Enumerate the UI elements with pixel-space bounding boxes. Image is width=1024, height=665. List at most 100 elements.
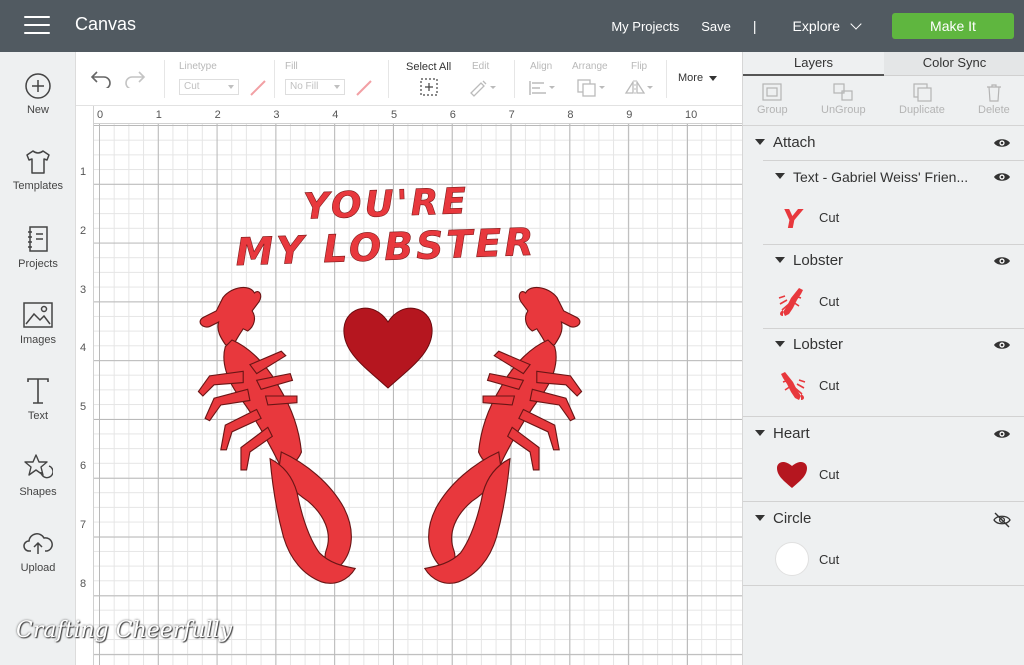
circle-thumbnail-icon: [775, 542, 809, 576]
layer-item-lobster-1[interactable]: Cut: [743, 278, 1024, 328]
align-icon[interactable]: [528, 79, 558, 97]
layers-panel: Layers Color Sync Group UnGroup Duplicat…: [742, 52, 1024, 665]
ungroup-button[interactable]: UnGroup: [821, 82, 866, 116]
toolbar-divider: [388, 60, 389, 98]
design-text-line2[interactable]: MY LOBSTER: [234, 219, 538, 274]
layer-name: Lobster: [793, 252, 844, 269]
linetype-label: Linetype: [179, 61, 217, 72]
duplicate-button[interactable]: Duplicate: [899, 82, 945, 116]
duplicate-icon: [913, 83, 932, 102]
layer-group-heart[interactable]: Heart: [743, 417, 1024, 451]
toolbar-divider: [164, 60, 165, 98]
delete-label: Delete: [978, 104, 1010, 116]
linetype-value: Cut: [184, 81, 200, 92]
sidebar-label: Text: [27, 410, 49, 422]
eye-visible-icon[interactable]: [993, 427, 1011, 441]
sidebar-item-templates[interactable]: Templates: [0, 148, 76, 192]
caret-down-icon[interactable]: [775, 341, 785, 347]
eye-visible-icon[interactable]: [993, 338, 1011, 352]
fill-color-swatch-icon[interactable]: [354, 78, 374, 98]
hamburger-menu-icon[interactable]: [24, 16, 50, 36]
duplicate-label: Duplicate: [899, 104, 945, 116]
flip-icon[interactable]: [624, 78, 656, 98]
layer-lobster-2[interactable]: Lobster: [743, 328, 1024, 362]
delete-button[interactable]: Delete: [978, 82, 1010, 116]
caret-down-icon: [334, 85, 340, 89]
more-label: More: [678, 72, 704, 84]
design-lobster-right[interactable]: [424, 286, 583, 584]
sidebar-item-shapes[interactable]: Shapes: [0, 452, 76, 498]
layer-item-text[interactable]: Y Cut: [743, 194, 1024, 244]
caret-down-icon: [228, 85, 234, 89]
sidebar-label: Upload: [20, 562, 56, 574]
caret-down-icon[interactable]: [775, 173, 785, 179]
arrange-icon[interactable]: [576, 78, 608, 98]
notebook-icon: [28, 226, 48, 252]
linetype-select[interactable]: Cut: [179, 79, 239, 95]
caret-down-icon[interactable]: [755, 139, 765, 145]
sidebar-label: Shapes: [19, 486, 57, 498]
more-dropdown[interactable]: More: [678, 72, 718, 84]
edit-icon[interactable]: [467, 77, 497, 97]
layer-group-name: Circle: [773, 510, 812, 527]
group-label: Group: [757, 104, 788, 116]
layer-name: Lobster: [793, 336, 844, 353]
layer-group-attach[interactable]: Attach: [743, 126, 1024, 160]
fill-select[interactable]: No Fill: [285, 79, 345, 95]
layer-text[interactable]: Text - Gabriel Weiss' Frien...: [743, 160, 1024, 194]
image-icon: [23, 302, 53, 328]
design-artwork[interactable]: YOU'RE MY LOBSTER: [76, 106, 742, 665]
edit-label: Edit: [472, 61, 490, 72]
chevron-down-icon: [850, 18, 862, 30]
layer-operation: Cut: [819, 378, 840, 393]
linetype-color-swatch-icon[interactable]: [248, 78, 268, 98]
text-t-icon: [27, 378, 49, 404]
design-canvas[interactable]: 0 1 2 3 4 5 6 7 8 9 10 1 2 3 4 5 6 7 8 Y…: [76, 106, 742, 665]
lobster-thumbnail-icon: [781, 372, 806, 400]
select-all-icon[interactable]: [419, 77, 439, 97]
layer-divider: [743, 585, 1024, 586]
tab-color-sync[interactable]: Color Sync: [884, 52, 1024, 76]
caret-down-icon[interactable]: [755, 430, 765, 436]
eye-visible-icon[interactable]: [993, 254, 1011, 268]
tab-layers[interactable]: Layers: [743, 52, 884, 76]
left-sidebar: New Templates Projects Images Text Shape…: [0, 52, 76, 665]
design-heart[interactable]: [343, 307, 433, 389]
save-button[interactable]: Save: [701, 19, 731, 34]
undo-icon[interactable]: [90, 68, 112, 88]
toolbar-divider: [274, 60, 275, 98]
eye-visible-icon[interactable]: [993, 136, 1011, 150]
layer-item-heart[interactable]: Cut: [743, 451, 1024, 501]
my-projects-link[interactable]: My Projects: [611, 19, 679, 34]
layer-group-name: Attach: [773, 134, 816, 151]
sidebar-item-text[interactable]: Text: [0, 376, 76, 422]
eye-hidden-icon[interactable]: [993, 512, 1011, 528]
group-icon: [762, 83, 782, 101]
trash-icon: [986, 84, 1001, 102]
design-lobster-left[interactable]: [197, 286, 356, 584]
layer-group-circle[interactable]: Circle: [743, 502, 1024, 536]
sidebar-label: New: [26, 104, 49, 116]
sidebar-item-new[interactable]: New: [0, 72, 76, 116]
caret-down-icon[interactable]: [775, 257, 785, 263]
redo-icon[interactable]: [124, 68, 146, 88]
layer-item-lobster-2[interactable]: Cut: [743, 362, 1024, 412]
caret-down-icon: [709, 75, 718, 81]
caret-down-icon[interactable]: [755, 515, 765, 521]
sidebar-item-upload[interactable]: Upload: [0, 528, 76, 574]
explore-dropdown[interactable]: Explore: [793, 18, 862, 34]
sidebar-item-images[interactable]: Images: [0, 300, 76, 346]
layer-item-circle[interactable]: Cut: [743, 536, 1024, 586]
make-it-button[interactable]: Make It: [892, 13, 1014, 39]
layer-lobster-1[interactable]: Lobster: [743, 244, 1024, 278]
arrange-label: Arrange: [572, 61, 608, 72]
lobster-thumbnail-icon: [778, 288, 803, 316]
align-label: Align: [530, 61, 553, 72]
top-bar: Canvas My Projects Save | Explore Make I…: [0, 0, 1024, 52]
design-text-line1[interactable]: YOU'RE: [302, 181, 470, 228]
group-button[interactable]: Group: [757, 82, 788, 116]
eye-visible-icon[interactable]: [993, 170, 1011, 184]
page-title: Canvas: [75, 14, 137, 34]
layer-operation: Cut: [819, 467, 840, 482]
sidebar-item-projects[interactable]: Projects: [0, 224, 76, 270]
